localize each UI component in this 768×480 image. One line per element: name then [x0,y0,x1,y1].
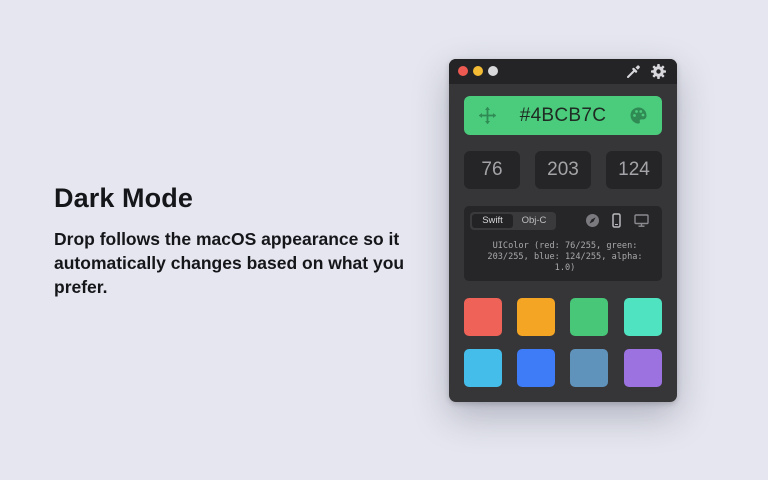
promo-title: Dark Mode [54,183,193,213]
tab-objc[interactable]: Obj-C [514,214,554,228]
palette-icon[interactable] [629,106,648,125]
color-swatch[interactable] [624,298,662,336]
drop-app-window: #4BCB7C 76 203 124 Swift Obj-C UIColor (… [449,59,677,402]
blue-value-field[interactable]: 124 [606,151,662,189]
green-value-field[interactable]: 203 [535,151,591,189]
window-minimize-button[interactable] [473,66,483,76]
color-swatch[interactable] [464,349,502,387]
safari-compass-icon[interactable] [585,213,600,228]
title-bar[interactable] [449,59,677,84]
promo-description: Drop follows the macOS appearance so it … [54,229,405,297]
iphone-icon[interactable] [609,213,624,228]
color-swatch[interactable] [517,298,555,336]
window-close-button[interactable] [458,66,468,76]
hex-color-bar[interactable]: #4BCB7C [464,96,662,135]
color-swatch[interactable] [624,349,662,387]
desktop-icon[interactable] [634,213,649,228]
window-zoom-button[interactable] [488,66,498,76]
color-swatch[interactable] [570,298,608,336]
color-swatch[interactable] [517,349,555,387]
code-snippet[interactable]: UIColor (red: 76/255, green: 203/255, bl… [482,241,648,274]
tab-swift[interactable]: Swift [472,214,513,228]
color-swatch[interactable] [464,298,502,336]
gear-icon[interactable] [650,63,667,80]
language-segmented-control: Swift Obj-C [470,212,556,230]
color-swatch[interactable] [570,349,608,387]
eyedropper-icon[interactable] [625,63,642,80]
code-panel: Swift Obj-C UIColor (red: 76/255, green:… [464,206,662,281]
promo-page: Dark Mode Drop follows the macOS appeara… [0,0,768,480]
red-value-field[interactable]: 76 [464,151,520,189]
